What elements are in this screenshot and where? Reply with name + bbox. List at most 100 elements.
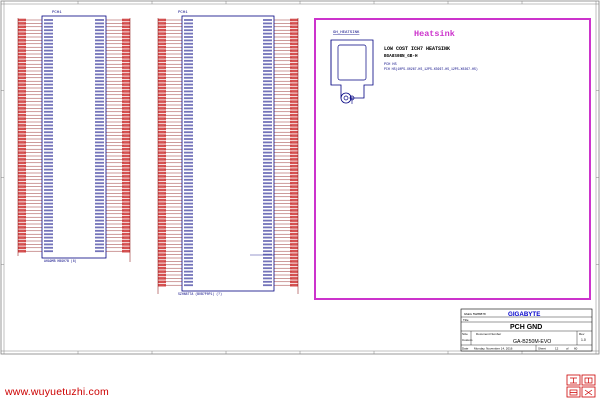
pin-row-right — [95, 164, 130, 168]
pin-row-left — [158, 42, 193, 46]
pin-row-right — [263, 93, 298, 97]
pin-row-left — [158, 253, 193, 256]
pin-row-left — [158, 158, 193, 161]
pin-row-right — [95, 90, 130, 93]
pin-row-right — [263, 144, 298, 148]
pin-row-left — [158, 103, 193, 107]
pin-row-left — [18, 239, 53, 243]
pin-row-left — [18, 192, 53, 195]
pin-row-right — [95, 209, 130, 212]
pin-row-right — [95, 161, 130, 165]
pin-row-left — [158, 283, 193, 287]
pin-row-left — [18, 175, 53, 178]
left-connector-body — [41, 15, 107, 259]
date-label: Date — [462, 347, 469, 351]
pin-row-right — [95, 198, 130, 202]
pin-row-right — [263, 32, 298, 35]
grid-ticks — [1, 1, 599, 354]
pin-row-right — [95, 18, 130, 22]
pin-row-right — [95, 100, 130, 103]
pin-row-right — [95, 175, 130, 178]
pin-row-left — [158, 185, 193, 188]
pin-row-left — [158, 59, 193, 63]
pin-row-left — [18, 181, 53, 185]
pin-row-left — [158, 69, 193, 73]
pin-row-left — [18, 236, 53, 239]
pin-row-right — [95, 96, 130, 100]
date-value: Monday, November 14, 2016 — [474, 347, 513, 351]
pin-row-left — [158, 273, 193, 277]
pin-row-right — [263, 202, 298, 205]
pin-row-left — [158, 93, 193, 97]
pin-row-right — [95, 62, 130, 66]
pin-row-left — [158, 134, 193, 137]
pin-row-right — [95, 32, 130, 35]
pin-row-right — [263, 192, 298, 195]
pin-row-left — [158, 181, 193, 185]
pin-row-right — [95, 120, 130, 124]
pin-row-left — [158, 35, 193, 39]
pin-row-left — [158, 226, 193, 229]
pin-row-left — [18, 107, 53, 110]
pin-row-left — [158, 25, 193, 29]
pin-row-right — [263, 243, 298, 246]
pin-row-right — [95, 158, 130, 161]
pin-row-right — [263, 215, 298, 219]
pin-row-left — [158, 137, 193, 141]
pin-row-right — [95, 76, 130, 80]
pin-row-left — [158, 280, 193, 284]
pin-row-left — [158, 239, 193, 243]
pin-row-right — [95, 147, 130, 151]
pin-row-left — [18, 147, 53, 151]
pin-row-left — [158, 215, 193, 219]
pin-row-left — [158, 205, 193, 209]
sheet-border — [0, 0, 600, 355]
pin-row-right — [263, 161, 298, 165]
pin-row-right — [263, 229, 298, 233]
pin-row-left — [158, 120, 193, 124]
pin-row-left — [158, 52, 193, 56]
pin-row-right — [95, 130, 130, 134]
pin-row-left — [18, 154, 53, 158]
doc-number-label: Document Number — [476, 332, 501, 336]
pin-row-right — [263, 178, 298, 182]
pin-row-right — [263, 22, 298, 25]
pin-row-left — [18, 127, 53, 131]
pin-row-left — [18, 229, 53, 233]
pin-row-right — [263, 124, 298, 127]
pin-row-left — [18, 90, 53, 93]
pin-row-right — [95, 168, 130, 171]
left-connector-refdes: PCH1 — [52, 11, 62, 15]
pin-row-left — [18, 28, 53, 32]
pin-row-left — [158, 229, 193, 233]
pin-row-right — [263, 127, 298, 131]
pin-row-left — [18, 164, 53, 168]
pin-row-right — [95, 226, 130, 229]
pin-row-left — [158, 32, 193, 35]
pin-row-right — [263, 137, 298, 141]
pin-row-left — [18, 141, 53, 144]
pin-row-right — [95, 45, 130, 49]
pin-row-left — [18, 86, 53, 90]
pin-row-left — [158, 164, 193, 168]
pin-row-left — [18, 205, 53, 209]
pin-row-left — [18, 185, 53, 188]
pin-row-left — [158, 198, 193, 202]
pin-row-right — [95, 103, 130, 107]
pin-row-left — [158, 73, 193, 76]
title-block: 9AEG 5W88878 GIGABYTE Title PCH GND Size… — [460, 308, 593, 352]
pin-row-right — [263, 107, 298, 110]
pin-row-right — [95, 137, 130, 141]
pin-row-left — [158, 127, 193, 131]
rev-label: Rev — [579, 332, 585, 336]
pin-row-left — [18, 243, 53, 246]
pin-row-left — [158, 117, 193, 120]
pin-row-left — [158, 56, 193, 59]
pin-row-right — [95, 28, 130, 32]
pin-row-left — [158, 79, 193, 83]
pin-row-right — [263, 249, 298, 253]
pin-row-right — [95, 195, 130, 199]
watermark-url[interactable]: www.wuyuetuzhi.com — [5, 386, 109, 398]
pin-row-right — [263, 158, 298, 161]
pin-row-right — [95, 66, 130, 69]
